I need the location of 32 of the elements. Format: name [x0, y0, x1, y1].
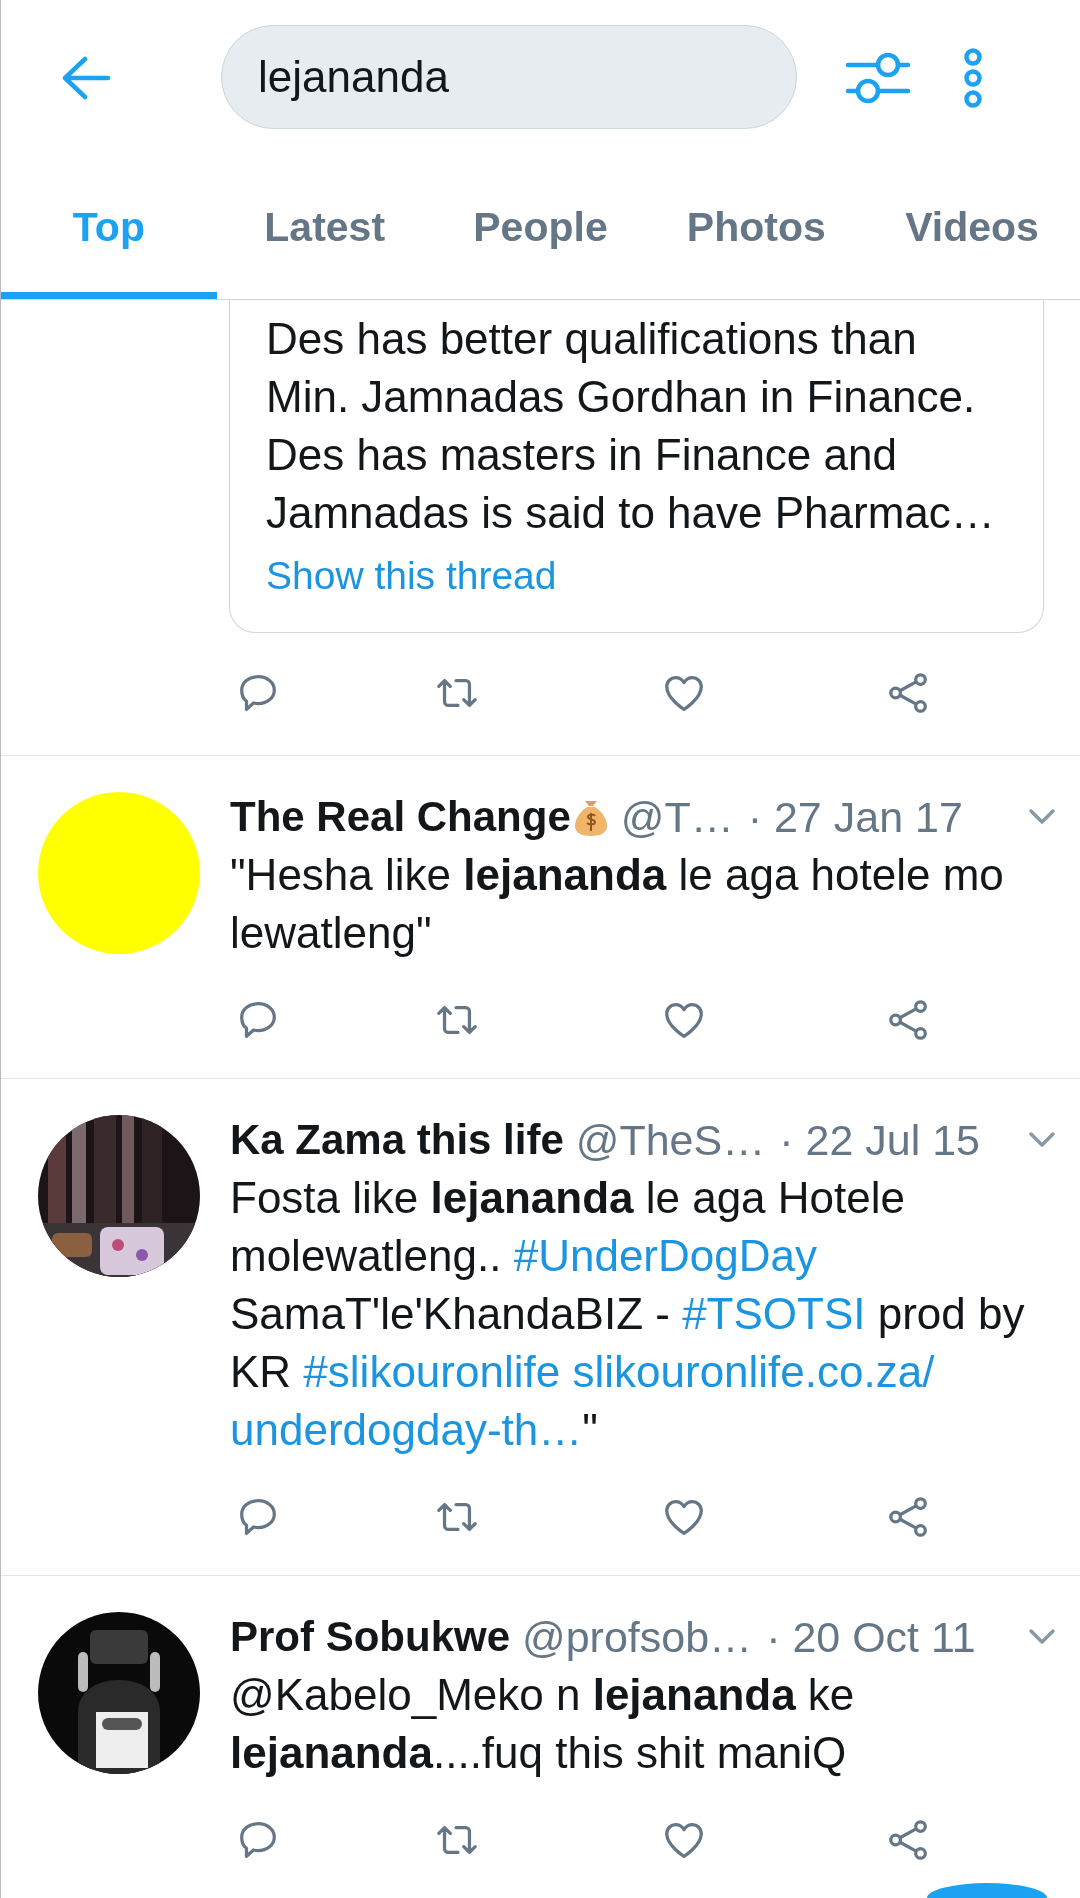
tweet-date: · 22 Jul 15 [779, 1115, 980, 1165]
chevron-down-icon[interactable] [1028, 1131, 1056, 1149]
quoted-tweet-text: Des has better qualifications than Min. Jamnadas Gordhan in Finance. Des has masters in Finance and Jamnadas is said to have Pharmac… [266, 313, 996, 539]
author-handle: @TheS… [575, 1115, 766, 1165]
author-handle: @T… [620, 792, 734, 842]
tab[interactable]: Top [1, 155, 217, 299]
chevron-down-icon[interactable] [1028, 1628, 1056, 1646]
back-arrow-icon[interactable] [61, 55, 111, 100]
more-options-icon[interactable] [961, 47, 985, 108]
link[interactable]: #slikouronlife [303, 1347, 561, 1396]
tweet-text: @Kabelo_Meko n lejananda ke lejananda....fuq this shit maniQ [230, 1669, 856, 1779]
link[interactable]: #UnderDogDay [513, 1231, 817, 1280]
quoted-tweet-card[interactable]: Des has better qualifications than Min. Jamnadas Gordhan in Finance. Des has masters in Finance and Jamnadas is said to have Pharmac… Show this thread [229, 300, 1044, 633]
chevron-down-icon[interactable] [1028, 808, 1056, 826]
link[interactable]: slikouronlife.co.za/ [572, 1347, 935, 1396]
tab[interactable]: People [432, 155, 649, 299]
tweet-text: "Hesha like lejananda le aga hotele mo lewatleng" [230, 849, 1005, 959]
link[interactable]: #TSOTSI [682, 1289, 866, 1338]
link[interactable]: underdogday-th… [230, 1405, 583, 1454]
author-name: The Real Change [230, 793, 571, 841]
tab[interactable]: Videos [864, 155, 1080, 299]
tab[interactable]: Photos [648, 155, 865, 299]
tweet-date: · 27 Jan 17 [747, 792, 963, 842]
author-name: Prof Sobukwe [230, 1613, 511, 1661]
tweet-date: · 20 Oct 11 [766, 1612, 976, 1662]
search-field[interactable]: lejananda [221, 24, 797, 129]
show-thread-link[interactable]: Show this thread [266, 554, 557, 598]
filter-icon[interactable] [845, 50, 911, 105]
author-handle: @profsob… [522, 1612, 753, 1662]
tweet-text: Fosta like lejananda le aga Hotele molewatleng.. #UnderDogDay SamaT'le'KhandaBIZ - #TSOTSI prod by KR #slikouronlife slikouronlife.co.za/ underdogday-th…" [230, 1172, 1026, 1456]
author-name: Ka Zama this life [230, 1116, 564, 1164]
tab[interactable]: Latest [216, 155, 433, 299]
